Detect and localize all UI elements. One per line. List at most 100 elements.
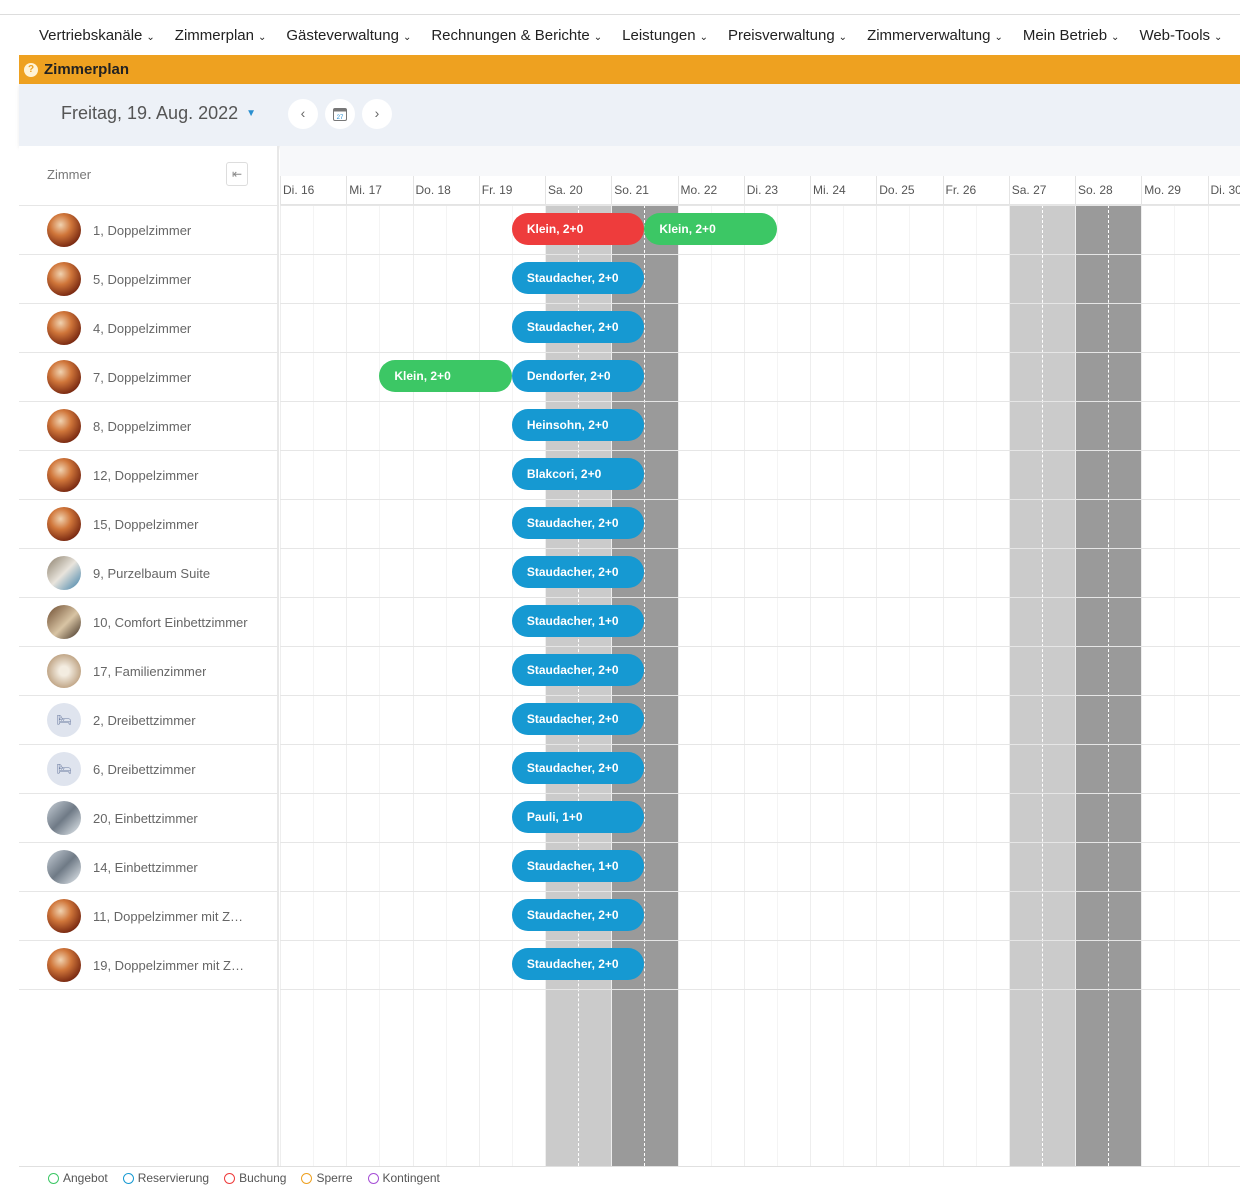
room-name: 19, Doppelzimmer mit Zustellbett — [93, 957, 248, 973]
booking-reservierung[interactable]: Staudacher, 2+0 — [511, 752, 645, 784]
nav-item-6[interactable]: Zimmerverwaltung ⌄ — [867, 27, 1003, 44]
booking-angebot[interactable]: Klein, 2+0 — [379, 360, 512, 392]
nav-item-label: Zimmerverwaltung — [867, 26, 991, 44]
room-list-panel: Zimmer ⇤ 1, Doppelzimmer 5, Doppelzimmer 4… — [19, 146, 279, 1166]
room-avatar — [47, 458, 81, 492]
collapse-left-icon: ⇤ — [231, 167, 243, 181]
room-row[interactable]: 🛏 2, Dreibettzimmer — [19, 695, 279, 744]
nav-item-1[interactable]: Zimmerplan ⌄ — [175, 27, 267, 44]
booking-reservierung[interactable]: Dendorfer, 2+0 — [511, 360, 645, 392]
legend-label: Angebot — [63, 1171, 108, 1185]
circle-icon — [224, 1172, 236, 1184]
nav-item-7[interactable]: Mein Betrieb ⌄ — [1023, 27, 1120, 44]
room-row[interactable]: 11, Doppelzimmer mit Zustellbett — [19, 891, 279, 940]
row-line — [280, 352, 1240, 353]
prev-button[interactable]: ‹ — [288, 99, 318, 129]
room-row[interactable]: 10, Comfort Einbettzimmer — [19, 597, 279, 646]
room-row[interactable]: 17, Familienzimmer — [19, 646, 279, 695]
room-row[interactable]: 20, Einbettzimmer — [19, 793, 279, 842]
room-avatar — [47, 507, 81, 541]
day-line — [478, 205, 480, 1166]
browser-bookmarks-strip — [0, 0, 1240, 15]
booking-reservierung[interactable]: Staudacher, 2+0 — [511, 899, 645, 931]
caret-down-icon: ▼ — [246, 108, 257, 119]
nav-item-0[interactable]: Vertriebskanäle ⌄ — [39, 27, 155, 44]
nav-item-8[interactable]: Web-Tools ⌄ — [1139, 27, 1222, 44]
room-name: 2, Dreibettzimmer — [93, 712, 196, 728]
row-line — [280, 989, 1240, 990]
room-row[interactable]: 9, Purzelbaum Suite — [19, 548, 279, 597]
day-header: Sa. 27 — [1008, 176, 1075, 205]
booking-reservierung[interactable]: Staudacher, 2+0 — [511, 654, 645, 686]
booking-reservierung[interactable]: Staudacher, 2+0 — [511, 262, 645, 294]
booking-reservierung[interactable]: Heinsohn, 2+0 — [511, 409, 645, 441]
nav-item-2[interactable]: Gästeverwaltung ⌄ — [286, 27, 411, 44]
legend-label: Buchung — [239, 1171, 287, 1185]
room-name: 11, Doppelzimmer mit Zustellbett — [93, 908, 248, 924]
room-row[interactable]: 12, Doppelzimmer — [19, 450, 279, 499]
room-name: 4, Doppelzimmer — [93, 320, 192, 336]
room-row[interactable]: 15, Doppelzimmer — [19, 499, 279, 548]
date-toolbar: Freitag, 19. Aug. 2022 ▼ ‹ 27 › — [19, 84, 1240, 146]
room-row[interactable]: 🛏 6, Dreibettzimmer — [19, 744, 279, 793]
circle-icon — [48, 1172, 59, 1184]
chevron-down-icon: ⌄ — [838, 31, 848, 43]
row-line — [280, 744, 1240, 745]
day-header: Fr. 19 — [478, 176, 545, 205]
room-column-header: Zimmer — [47, 167, 92, 182]
nav-item-label: Vertriebskanäle — [39, 26, 143, 44]
nav-item-3[interactable]: Rechnungen & Berichte ⌄ — [431, 27, 602, 44]
booking-reservierung[interactable]: Staudacher, 2+0 — [511, 507, 645, 539]
row-line — [280, 842, 1240, 843]
room-row[interactable]: 14, Einbettzimmer — [19, 842, 279, 891]
chevron-down-icon: ⌄ — [1111, 31, 1120, 43]
room-row[interactable]: 7, Doppelzimmer — [19, 352, 279, 401]
room-avatar — [47, 654, 81, 688]
booking-reservierung[interactable]: Staudacher, 2+0 — [511, 556, 645, 588]
collapse-panel-button[interactable]: ⇤ — [226, 162, 248, 186]
legend: Angebot Reservierung Buchung Sperre Kontinge… — [48, 1171, 455, 1185]
booking-reservierung[interactable]: Staudacher, 2+0 — [511, 311, 645, 343]
calendar-button[interactable]: 27 — [325, 99, 355, 129]
booking-angebot[interactable]: Klein, 2+0 — [644, 213, 777, 245]
room-row[interactable]: 5, Doppelzimmer — [19, 254, 279, 303]
divider — [19, 1166, 1240, 1167]
room-row[interactable]: 1, Doppelzimmer — [19, 205, 279, 254]
legend-buchung: Buchung — [224, 1171, 286, 1185]
chevron-left-icon: ‹ — [300, 105, 306, 121]
row-line — [280, 548, 1240, 549]
booking-reservierung[interactable]: Staudacher, 2+0 — [511, 703, 645, 735]
room-name: 20, Einbettzimmer — [93, 810, 198, 826]
nav-item-label: Web-Tools — [1139, 26, 1211, 44]
half-day-line — [1108, 205, 1110, 1166]
legend-kontingent: Kontingent — [367, 1171, 440, 1185]
room-row[interactable]: 8, Doppelzimmer — [19, 401, 279, 450]
nav-item-4[interactable]: Leistungen ⌄ — [622, 27, 708, 44]
booking-reservierung[interactable]: Staudacher, 1+0 — [511, 605, 645, 637]
half-day-line — [445, 205, 447, 1166]
room-avatar — [47, 360, 81, 394]
date-picker[interactable]: Freitag, 19. Aug. 2022 ▼ — [61, 103, 256, 124]
day-line — [876, 205, 878, 1166]
booking-buchung[interactable]: Klein, 2+0 — [511, 213, 645, 245]
day-line — [1207, 205, 1209, 1166]
room-name: 17, Familienzimmer — [93, 663, 207, 679]
nav-item-label: Preisverwaltung — [727, 26, 835, 44]
help-icon[interactable]: ? — [24, 62, 38, 77]
day-line — [280, 205, 281, 1166]
next-button[interactable]: › — [362, 99, 392, 129]
half-day-line — [313, 205, 315, 1166]
room-row[interactable]: 19, Doppelzimmer mit Zustellbett — [19, 940, 279, 989]
room-avatar — [47, 948, 81, 982]
half-day-line — [1174, 205, 1176, 1166]
svg-text:27: 27 — [337, 115, 344, 121]
room-name: 5, Doppelzimmer — [93, 271, 192, 287]
nav-item-5[interactable]: Preisverwaltung ⌄ — [728, 27, 847, 44]
room-row[interactable]: 4, Doppelzimmer — [19, 303, 279, 352]
day-line — [1075, 205, 1076, 1166]
nav-item-label: Gästeverwaltung — [286, 26, 399, 44]
booking-reservierung[interactable]: Blakcori, 2+0 — [511, 458, 645, 490]
booking-reservierung[interactable]: Staudacher, 2+0 — [511, 948, 645, 980]
booking-reservierung[interactable]: Pauli, 1+0 — [511, 801, 645, 833]
booking-reservierung[interactable]: Staudacher, 1+0 — [511, 850, 645, 882]
